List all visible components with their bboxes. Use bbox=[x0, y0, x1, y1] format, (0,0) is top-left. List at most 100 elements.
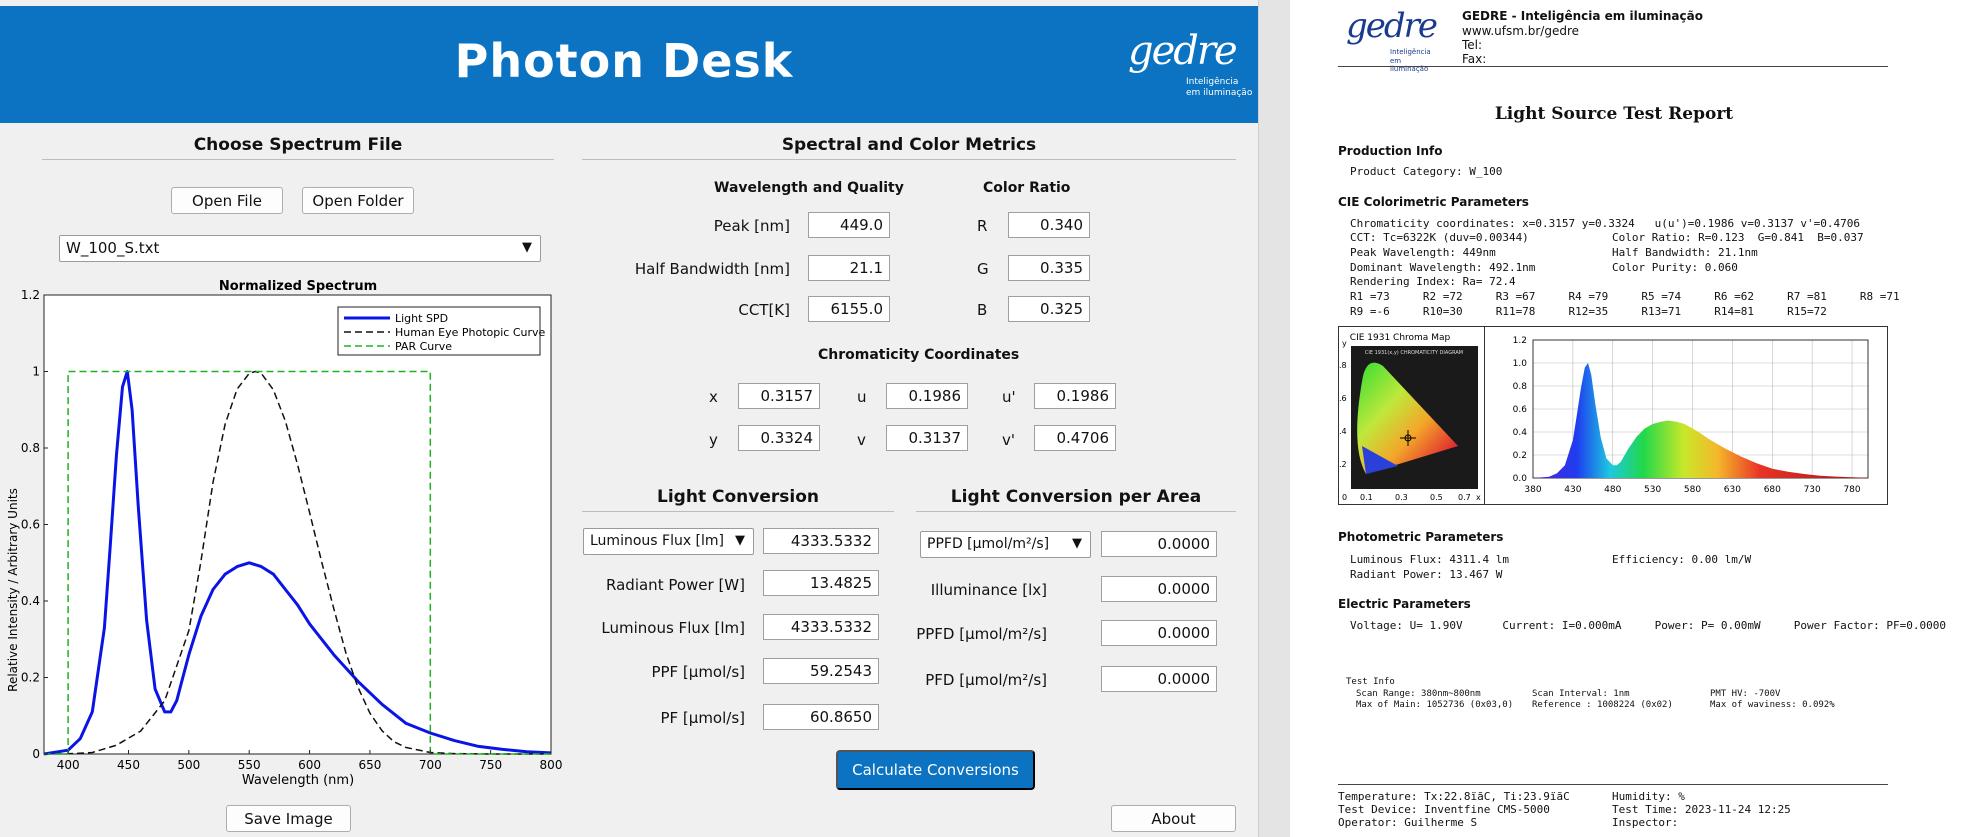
chart-y-axis-label: Relative Intensity / Arbitrary Units bbox=[6, 488, 20, 692]
chroma-x-axis-label: x bbox=[1476, 493, 1481, 502]
chroma-x-label: x bbox=[709, 388, 718, 406]
chroma-v-field[interactable]: 0.3137 bbox=[886, 425, 968, 451]
chroma-y-tick-4: .2 bbox=[1339, 460, 1347, 469]
footer-line-1b: Humidity: % bbox=[1612, 790, 1685, 803]
chroma-y-tick-3: .4 bbox=[1339, 427, 1347, 436]
x-tick-label: 750 bbox=[479, 758, 502, 772]
conversion-quantity-select[interactable]: Luminous Flux [lm] ▼ bbox=[583, 528, 754, 555]
spectrum-file-select[interactable]: W_100_S.txt ▼ bbox=[59, 235, 541, 262]
metrics-title: Spectral and Color Metrics bbox=[781, 135, 1037, 155]
chroma-y-label: y bbox=[709, 431, 718, 449]
report-x-tick-label: 630 bbox=[1724, 485, 1741, 495]
photometric-line-1a: Luminous Flux: 4311.4 lm bbox=[1350, 553, 1509, 566]
cie-line-3b: Half Bandwidth: 21.1nm bbox=[1612, 246, 1758, 259]
y-tick-label: 0.4 bbox=[21, 594, 40, 608]
report-spectrum-chart: 1.2 1.0 0.8 0.6 0.4 0.2 0.0380 430 480 530 580 630 6… bbox=[1513, 336, 1869, 495]
ratio-g-field[interactable]: 0.335 bbox=[1008, 255, 1090, 281]
report-header-rule bbox=[1338, 66, 1888, 67]
report-logo-tagline-2: em iluminação bbox=[1390, 57, 1429, 73]
legend-label-3: PAR Curve bbox=[395, 340, 452, 353]
cie-line-2b: Color Ratio: R=0.123 G=0.841 B=0.037 bbox=[1612, 231, 1864, 244]
report-footer-rule bbox=[1338, 784, 1888, 785]
report-y-tick-label: 1.2 bbox=[1513, 336, 1527, 346]
report-y-tick-label: 0.6 bbox=[1513, 405, 1528, 415]
chroma-vprime-field[interactable]: 0.4706 bbox=[1034, 425, 1116, 451]
normalized-spectrum-chart: Normalized Spectrum 400 450 500 550 600 650 70… bbox=[6, 279, 562, 788]
y-tick-label: 1 bbox=[32, 365, 40, 379]
chroma-x-tick-5: 0.7 bbox=[1458, 493, 1471, 502]
chroma-vprime-label: v' bbox=[1002, 431, 1016, 449]
ppf-field[interactable]: 59.2543 bbox=[763, 658, 879, 684]
gedre-logo: gedre Inteligência em iluminação bbox=[1128, 28, 1258, 100]
luminous-flux-field[interactable]: 4333.5332 bbox=[763, 614, 879, 640]
chroma-x-field[interactable]: 0.3157 bbox=[738, 383, 820, 409]
ratio-g-label: G bbox=[977, 260, 989, 278]
logo-tagline-2: em iluminação bbox=[1186, 88, 1253, 98]
chroma-y-field[interactable]: 0.3324 bbox=[738, 425, 820, 451]
pf-label: PF [µmol/s] bbox=[660, 709, 745, 727]
calculate-conversions-button[interactable]: Calculate Conversions bbox=[836, 750, 1035, 790]
per-area-quantity-select[interactable]: PPFD [µmol/m²/s] ▼ bbox=[920, 531, 1091, 558]
ppf-label: PPF [µmol/s] bbox=[651, 663, 745, 681]
metrics-divider bbox=[582, 159, 1236, 160]
report-y-tick-label: 0.8 bbox=[1513, 382, 1528, 392]
photon-desk-app: Photon Desk gedre Inteligência em ilumin… bbox=[0, 0, 1258, 837]
chroma-uprime-label: u' bbox=[1002, 388, 1016, 406]
report-y-tick-label: 0.2 bbox=[1513, 451, 1527, 461]
photometric-line-1b: Efficiency: 0.00 lm/W bbox=[1612, 553, 1752, 566]
report-x-tick-label: 680 bbox=[1764, 485, 1781, 495]
test-line-1a: Scan Range: 380nm~800nm bbox=[1356, 689, 1481, 699]
report-title: Light Source Test Report bbox=[1494, 104, 1734, 124]
ratio-b-label: B bbox=[977, 301, 988, 319]
cie-line-4a: Dominant Wavelength: 492.1nm bbox=[1350, 261, 1536, 274]
half-bandwidth-field[interactable]: 21.1 bbox=[808, 255, 890, 281]
pf-field[interactable]: 60.8650 bbox=[763, 704, 879, 730]
cct-field[interactable]: 6155.0 bbox=[808, 296, 890, 322]
test-line-1c: PMT HV: -700V bbox=[1710, 689, 1781, 699]
open-file-button[interactable]: Open File bbox=[171, 187, 283, 214]
chroma-y-tick-2: .6 bbox=[1339, 394, 1347, 403]
chroma-u-label: u bbox=[857, 388, 867, 406]
file-panel-title: Choose Spectrum File bbox=[193, 135, 403, 155]
chroma-v-label: v bbox=[857, 431, 866, 449]
open-folder-button[interactable]: Open Folder bbox=[302, 187, 414, 214]
report-x-tick-label: 380 bbox=[1524, 485, 1541, 495]
y-tick-label: 1.2 bbox=[21, 288, 40, 302]
cie-chroma-map: CIE 1931 Chroma Map CIE 1931(x,y) CHROMA… bbox=[1339, 333, 1481, 502]
cie-params-title: CIE Colorimetric Parameters bbox=[1338, 195, 1529, 209]
conversion-input-field[interactable]: 4333.5332 bbox=[763, 528, 879, 554]
x-tick-label: 450 bbox=[117, 758, 140, 772]
x-tick-label: 600 bbox=[298, 758, 321, 772]
light-conversion-divider bbox=[582, 511, 894, 512]
pfd-label: PFD [µmol/m²/s] bbox=[925, 671, 1047, 689]
chroma-y-axis-label: y bbox=[1342, 339, 1347, 348]
pfd-field[interactable]: 0.0000 bbox=[1101, 666, 1217, 692]
footer-line-2a: Test Device: Inventfine CMS-5000 bbox=[1338, 803, 1550, 816]
x-tick-label: 650 bbox=[358, 758, 381, 772]
wavelength-quality-title: Wavelength and Quality bbox=[714, 180, 904, 196]
ratio-r-field[interactable]: 0.340 bbox=[1008, 212, 1090, 238]
legend-label-2: Human Eye Photopic Curve bbox=[395, 326, 546, 339]
per-area-title: Light Conversion per Area bbox=[950, 487, 1202, 507]
test-line-2a: Max of Main: 1052736 (0x03,0) bbox=[1356, 700, 1514, 710]
report-x-tick-label: 580 bbox=[1684, 485, 1701, 495]
about-button[interactable]: About bbox=[1111, 805, 1236, 832]
ratio-b-field[interactable]: 0.325 bbox=[1008, 296, 1090, 322]
cie-line-4b: Color Purity: 0.060 bbox=[1612, 261, 1738, 274]
save-image-button[interactable]: Save Image bbox=[226, 805, 351, 832]
per-area-input-field[interactable]: 0.0000 bbox=[1101, 531, 1217, 557]
product-category: Product Category: W_100 bbox=[1350, 165, 1503, 178]
ppfd-field[interactable]: 0.0000 bbox=[1101, 620, 1217, 646]
cie-line-6: R1 =73 R2 =72 R3 =67 R4 =79 R5 =74 R6 =6… bbox=[1350, 290, 1900, 303]
test-line-2c: Max of waviness: 0.092% bbox=[1710, 700, 1835, 710]
chroma-uprime-field[interactable]: 0.1986 bbox=[1034, 383, 1116, 409]
test-line-1b: Scan Interval: 1nm bbox=[1532, 689, 1630, 699]
radiant-power-field[interactable]: 13.4825 bbox=[763, 570, 879, 596]
cie-line-1: Chromaticity coordinates: x=0.3157 y=0.3… bbox=[1350, 217, 1860, 230]
report-spectrum-fill bbox=[1533, 363, 1868, 478]
chroma-u-field[interactable]: 0.1986 bbox=[886, 383, 968, 409]
peak-field[interactable]: 449.0 bbox=[808, 212, 890, 238]
illuminance-field[interactable]: 0.0000 bbox=[1101, 576, 1217, 602]
report-y-tick-label: 0.0 bbox=[1513, 474, 1528, 484]
cie-line-7: R9 =-6 R10=30 R11=78 R12=35 R13=71 R14=8… bbox=[1350, 305, 1827, 318]
